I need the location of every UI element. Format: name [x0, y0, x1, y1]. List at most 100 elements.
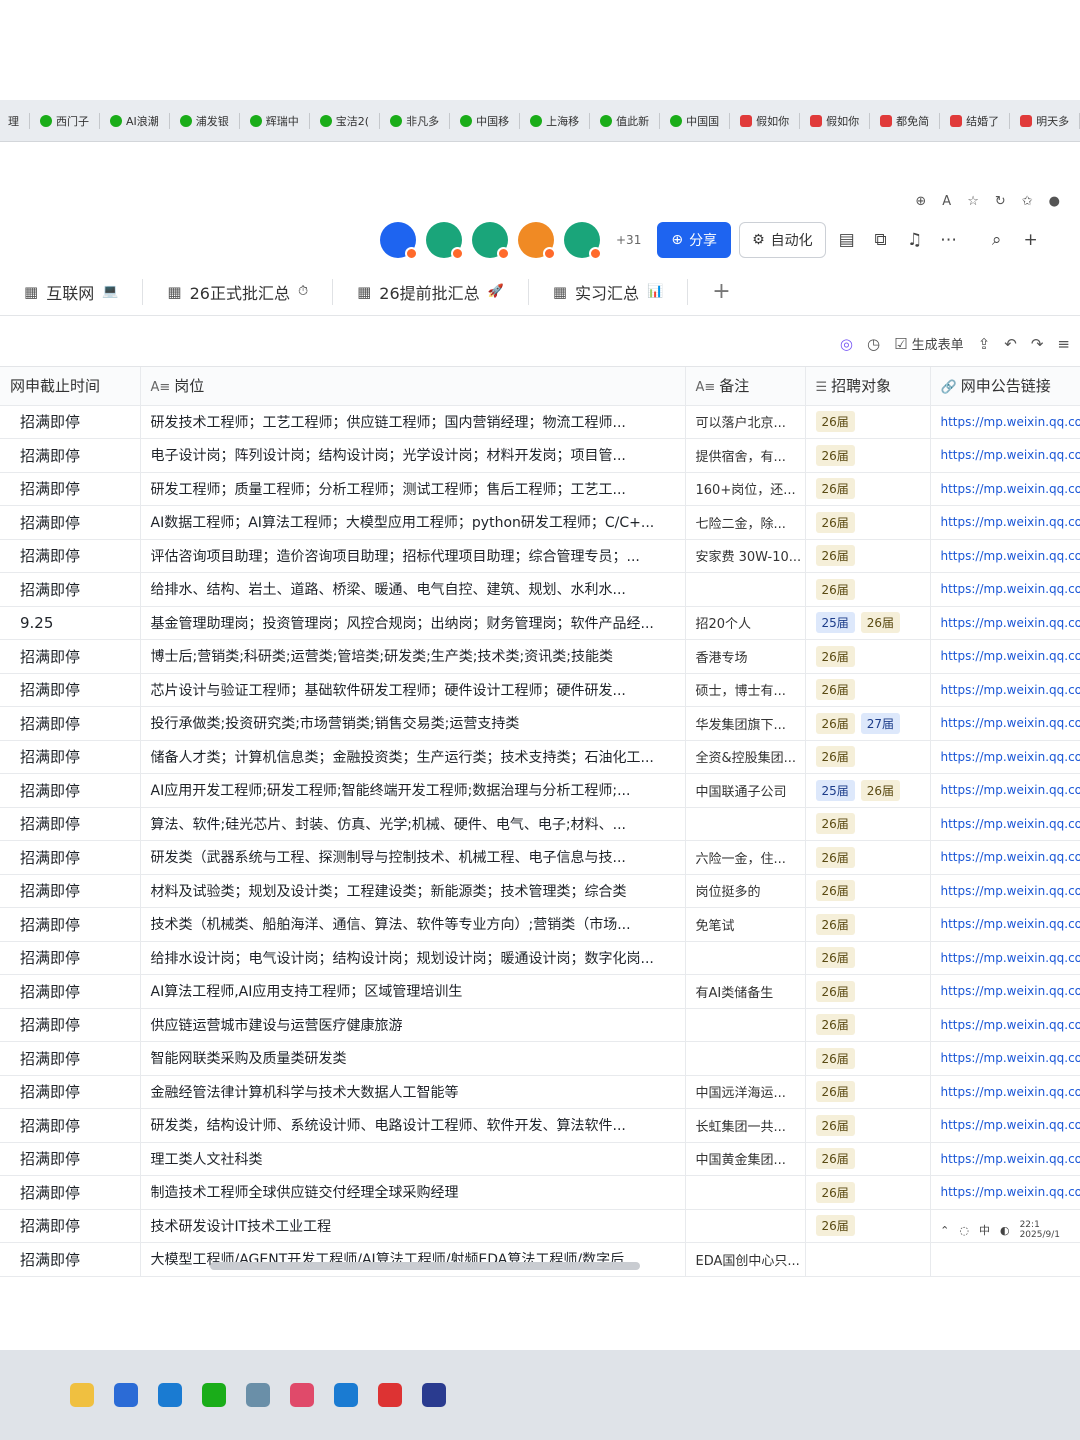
clock[interactable]: 22:1 2025/9/1 [1020, 1220, 1060, 1240]
cell-deadline[interactable]: 招满即停 [0, 941, 141, 975]
cell-note[interactable] [685, 572, 806, 607]
share-button[interactable]: ⊕ 分享 [657, 222, 732, 258]
cell-position[interactable]: 研发类，结构设计师、系统设计师、电路设计工程师、软件开发、算法软件... [140, 1108, 686, 1143]
column-header-position[interactable]: A≡ 岗位 [140, 367, 686, 406]
cell-target[interactable]: 25届 26届 [805, 606, 931, 640]
cell-position[interactable]: 理工类人文社科类 [140, 1142, 686, 1176]
cell-position[interactable]: AI应用开发工程师;研发工程师;智能终端开发工程师;数据治理与分析工程师;... [140, 773, 686, 808]
cell-link[interactable]: https://mp.weixin.qq.com/s [930, 974, 1080, 1009]
cell-deadline[interactable]: 招满即停 [0, 639, 141, 674]
bookmark-item[interactable]: 假如你 [806, 113, 863, 129]
avatar[interactable] [426, 222, 464, 260]
generate-form-button[interactable]: ☑ 生成表单 [894, 334, 964, 353]
cell-target[interactable]: 26届 [805, 1108, 931, 1143]
cell-note[interactable]: 160+岗位，还... [685, 472, 806, 506]
bookmark-item[interactable]: 中国移 [456, 113, 513, 129]
cell-link[interactable]: https://mp.weixin.qq.com/ [930, 639, 1080, 674]
profile-icon[interactable]: ● [1049, 194, 1060, 209]
cell-link[interactable]: https://mp.weixin.qq.com/ [930, 572, 1080, 607]
bookmark-item[interactable]: 都免简 [876, 113, 933, 129]
cell-deadline[interactable]: 招满即停 [0, 1209, 141, 1243]
cell-note[interactable]: 岗位挺多的 [685, 874, 806, 908]
table-row[interactable]: 招满即停 投行承做类;投资研究类;市场营销类;销售交易类;运营支持类 华发集团旗下.… [0, 706, 1080, 741]
table-row[interactable]: 招满即停 供应链运营城市建设与运营医疗健康旅游 26届 https://mp.weix… [0, 1008, 1080, 1042]
edge-icon[interactable] [158, 1383, 182, 1407]
cell-link[interactable]: https://mp.weixin.qq.com/s [930, 1075, 1080, 1109]
cell-deadline[interactable]: 招满即停 [0, 773, 141, 808]
cell-target[interactable]: 25届 26届 [805, 773, 931, 808]
cell-position[interactable]: 博士后;营销类;科研类;运营类;管培类;研发类;生产类;技术类;资讯类;技能类 [140, 639, 686, 674]
table-row[interactable]: 招满即停 研发类，结构设计师、系统设计师、电路设计工程师、软件开发、算法软件...… [0, 1108, 1080, 1143]
cell-note[interactable]: 中国联通子公司 [685, 773, 806, 808]
explorer-icon[interactable] [70, 1383, 94, 1407]
collaborator-avatars[interactable] [380, 222, 602, 260]
cell-note[interactable]: 六险一金，住... [685, 840, 806, 875]
cell-link[interactable]: https://mp.weixin.qq.com/s [930, 840, 1080, 875]
ps-icon[interactable] [422, 1383, 446, 1407]
cell-position[interactable]: 金融经管法律计算机科学与技术大数据人工智能等 [140, 1075, 686, 1109]
cell-target[interactable]: 26届 [805, 807, 931, 841]
cell-link[interactable]: https://mp.weixin.qq.com/ [930, 438, 1080, 473]
bookmark-item[interactable]: 西门子 [36, 113, 93, 129]
bookmark-item[interactable]: 值此新 [596, 113, 653, 129]
cell-position[interactable]: 电子设计岗；阵列设计岗；结构设计岗；光学设计岗；材料开发岗；项目管... [140, 438, 686, 473]
cell-target[interactable]: 26届 [805, 874, 931, 908]
cell-target[interactable]: 26届 [805, 941, 931, 975]
cell-deadline[interactable]: 招满即停 [0, 974, 141, 1009]
cell-link[interactable]: https://mp.weixin.qq.com/ [930, 606, 1080, 640]
cell-note[interactable]: 中国黄金集团... [685, 1142, 806, 1176]
cell-position[interactable]: 材料及试验类；规划及设计类；工程建设类；新能源类；技术管理类；综合类 [140, 874, 686, 908]
sheet-tab[interactable]: ▦ 互联网 💻 [0, 278, 144, 305]
cell-target[interactable]: 26届 [805, 438, 931, 473]
table-row[interactable]: 招满即停 评估咨询项目助理；造价咨询项目助理；招标代理项目助理；综合管理专员；..… [0, 539, 1080, 573]
cell-deadline[interactable]: 招满即停 [0, 740, 141, 774]
zoom-icon[interactable]: ⊕ [915, 194, 926, 209]
table-row[interactable]: 招满即停 技术类（机械类、船舶海洋、通信、算法、软件等专业方向）;营销类（市场..… [0, 907, 1080, 942]
wechat-icon[interactable] [202, 1383, 226, 1407]
cell-target[interactable]: 26届 [805, 1041, 931, 1076]
cell-position[interactable]: 智能网联类采购及质量类研发类 [140, 1041, 686, 1076]
table-row[interactable]: 招满即停 算法、软件;硅光芯片、封装、仿真、光学;机械、硬件、电气、电子;材料、.… [0, 807, 1080, 841]
cell-target[interactable]: 26届 [805, 1175, 931, 1210]
bookmark-item[interactable]: 浦发银 [176, 113, 233, 129]
cell-link[interactable]: https://mp.weixin.qq.com/s [930, 874, 1080, 908]
table-row[interactable]: 招满即停 理工类人文社科类 中国黄金集团... 26届 https://mp.weixi… [0, 1142, 1080, 1176]
table-row[interactable]: 招满即停 研发工程师；质量工程师；分析工程师；测试工程师；售后工程师；工艺工...… [0, 472, 1080, 506]
cell-position[interactable]: AI数据工程师；AI算法工程师；大模型应用工程师；python研发工程师；C/C… [140, 505, 686, 540]
ai-icon[interactable]: ◎ [840, 335, 853, 353]
cell-link[interactable]: https://mp.weixin.qq.com/ [930, 505, 1080, 540]
column-header-target[interactable]: ☰ 招聘对象 [805, 367, 931, 406]
volume-icon[interactable]: ◐ [1000, 1224, 1010, 1237]
cell-note[interactable]: 免笔试 [685, 907, 806, 942]
cell-target[interactable]: 26届 [805, 1209, 931, 1243]
find-icon[interactable]: ≡ [1057, 335, 1070, 353]
cell-note[interactable]: 硕士，博士有... [685, 673, 806, 707]
cell-target[interactable]: 26届 [805, 472, 931, 506]
table-row[interactable]: 招满即停 储备人才类；计算机信息类；金融投资类；生产运行类；技术支持类；石油化工.… [0, 740, 1080, 774]
bookmark-item[interactable]: AI浪潮 [106, 113, 163, 129]
cell-deadline[interactable]: 招满即停 [0, 1075, 141, 1109]
bookmark-item[interactable]: 上海移 [526, 113, 583, 129]
cell-target[interactable]: 26届 [805, 740, 931, 774]
cell-target[interactable]: 26届 [805, 1075, 931, 1109]
cell-position[interactable]: 技术类（机械类、船舶海洋、通信、算法、软件等专业方向）;营销类（市场... [140, 907, 686, 942]
bookmark-item[interactable]: 理 [4, 113, 23, 129]
cell-link[interactable]: https://mp.weixin.qq.com/s [930, 740, 1080, 774]
table-row[interactable]: 招满即停 金融经管法律计算机科学与技术大数据人工智能等 中国远洋海运... 26届 ht… [0, 1075, 1080, 1109]
cell-deadline[interactable]: 招满即停 [0, 1242, 141, 1277]
cell-position[interactable]: 制造技术工程师全球供应链交付经理全球采购经理 [140, 1175, 686, 1210]
cell-target[interactable]: 26届 [805, 572, 931, 607]
sheet-tab[interactable]: ▦ 26正式批汇总 ⏱ [143, 278, 334, 305]
cell-deadline[interactable]: 招满即停 [0, 840, 141, 875]
cell-deadline[interactable]: 招满即停 [0, 1041, 141, 1076]
table-row[interactable]: 招满即停 技术研发设计IT技术工业工程 26届 [0, 1209, 1080, 1243]
cell-link[interactable]: https://mp.weixin.qq.com/s [930, 773, 1080, 808]
sheet-tab[interactable]: ▦ 26提前批汇总 🚀 [333, 278, 529, 305]
bookmark-item[interactable]: 假如你 [736, 113, 793, 129]
table-row[interactable]: 招满即停 芯片设计与验证工程师；基础软件研发工程师；硬件设计工程师；硬件研发...… [0, 673, 1080, 707]
cell-target[interactable]: 26届 [805, 907, 931, 942]
browser-icon[interactable] [290, 1383, 314, 1407]
bell-icon[interactable]: ♫ [902, 230, 928, 250]
add-icon[interactable]: + [1018, 230, 1044, 250]
cell-deadline[interactable]: 9.25 [0, 606, 141, 640]
